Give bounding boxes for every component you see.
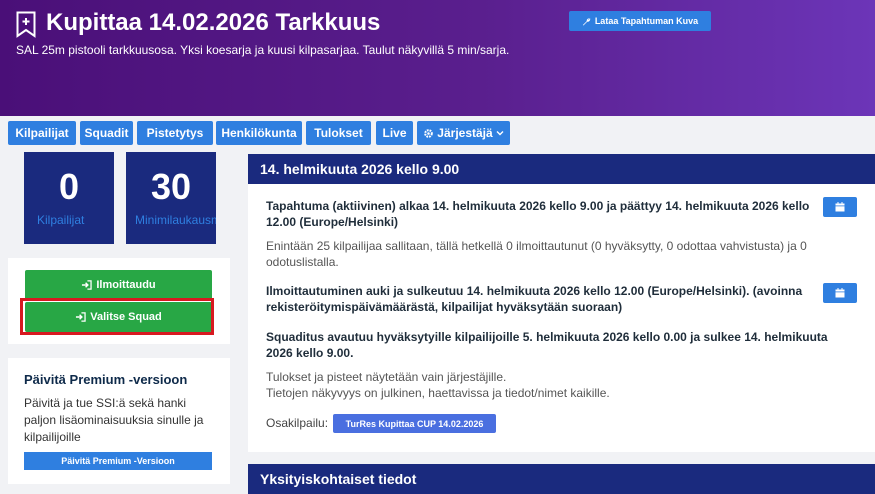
premium-title: Päivitä Premium -versioon — [24, 372, 188, 387]
event-date-header: 14. helmikuuta 2026 kello 9.00 — [248, 154, 875, 184]
tab-squadit[interactable]: Squadit — [80, 121, 133, 145]
upload-button-label: Lataa Tapahtuman Kuva — [594, 16, 699, 26]
minimum-shots-value: 30 — [150, 166, 192, 207]
calendar-icon — [835, 288, 845, 298]
registration-text: Ilmoittautuminen auki ja sulkeutuu 14. h… — [266, 284, 803, 314]
bookmark-plus-icon — [16, 11, 36, 38]
squadding-text: Squaditus avautuu hyväksytyille kilpaili… — [266, 330, 828, 360]
tab-jarjestaja-label: Järjestäjä — [437, 126, 493, 140]
subevent-button[interactable]: TurRes Kupittaa CUP 14.02.2026 — [333, 414, 496, 433]
capacity-text: Enintään 25 kilpailijaa sallitaan, tällä… — [266, 239, 807, 269]
minimum-shots-stat: 30 Minimilaukausmäärä — [126, 152, 216, 244]
competitors-count: 0 — [58, 166, 80, 207]
premium-description: Päivitä ja tue SSI:ä sekä hanki paljon l… — [24, 396, 204, 444]
wrench-icon — [582, 17, 591, 26]
select-squad-highlight — [20, 298, 214, 335]
tab-tulokset[interactable]: Tulokset — [306, 121, 371, 145]
main-nav: Kilpailijat Squadit Pistetytys Henkilöku… — [0, 116, 875, 152]
add-registration-calendar-button[interactable] — [823, 283, 857, 303]
event-header: Kupittaa 14.02.2026 Tarkkuus SAL 25m pis… — [0, 0, 875, 116]
register-label: Ilmoittaudu — [96, 279, 156, 291]
upgrade-premium-button[interactable]: Päivitä Premium -Versioon — [24, 452, 212, 470]
competitors-label: Kilpailijat — [37, 213, 85, 227]
tab-pistetytys[interactable]: Pistetytys — [137, 121, 213, 145]
tab-kilpailijat[interactable]: Kilpailijat — [8, 121, 76, 145]
tab-live[interactable]: Live — [376, 121, 413, 145]
minimum-shots-label: Minimilaukausmäärä — [135, 213, 216, 227]
gear-icon — [424, 128, 434, 138]
event-subtitle: SAL 25m pistooli tarkkuusosa. Yksi koesa… — [16, 43, 510, 57]
chevron-down-icon — [496, 131, 504, 136]
calendar-icon — [835, 202, 845, 212]
tab-henkilokunta[interactable]: Henkilökunta — [216, 121, 302, 145]
info-visibility-text: Tietojen näkyvyys on julkinen, haettavis… — [266, 386, 610, 400]
subevent-label: Osakilpailu: — [266, 416, 329, 430]
tab-jarjestaja[interactable]: Järjestäjä — [417, 121, 510, 145]
add-event-calendar-button[interactable] — [823, 197, 857, 217]
sign-in-icon — [82, 280, 93, 290]
event-schedule-text: Tapahtuma (aktiivinen) alkaa 14. helmiku… — [266, 199, 810, 229]
details-header: Yksityiskohtaiset tiedot — [248, 464, 875, 494]
register-button[interactable]: Ilmoittaudu — [25, 270, 212, 300]
results-visibility-text: Tulokset ja pisteet näytetään vain järje… — [266, 370, 507, 384]
upload-event-image-button[interactable]: Lataa Tapahtuman Kuva — [569, 11, 711, 31]
competitors-stat: 0 Kilpailijat — [24, 152, 114, 244]
event-title: Kupittaa 14.02.2026 Tarkkuus — [46, 9, 381, 36]
